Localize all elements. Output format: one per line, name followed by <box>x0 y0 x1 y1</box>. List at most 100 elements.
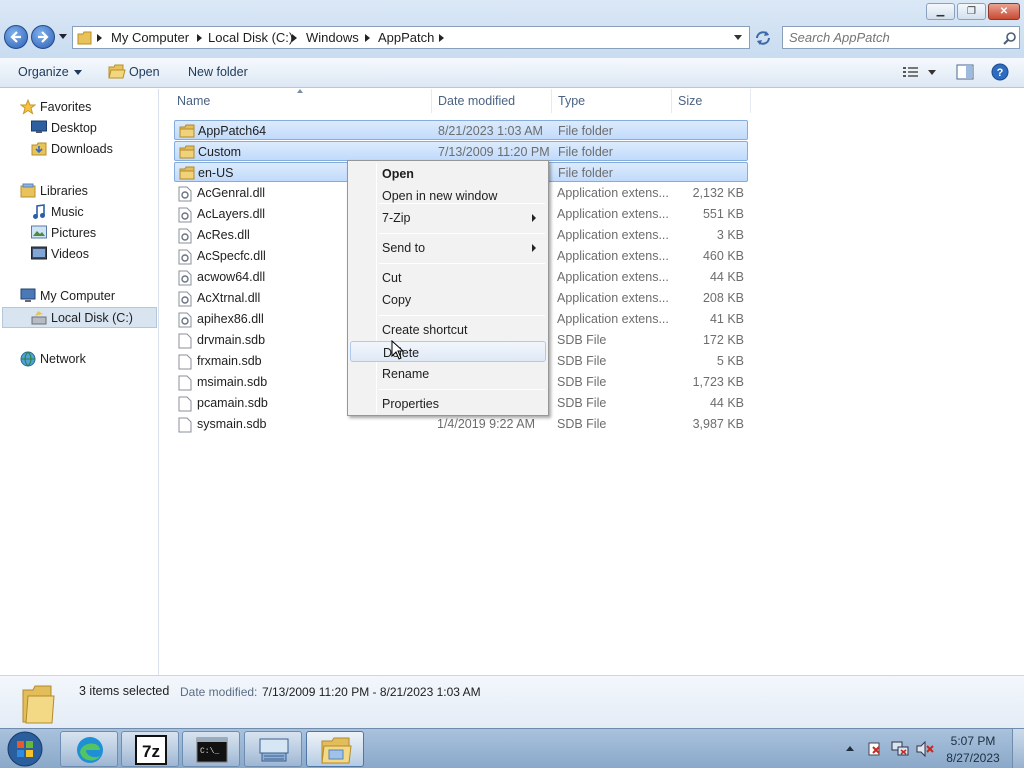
taskbar-edge[interactable] <box>60 731 118 767</box>
edge-icon <box>77 737 103 763</box>
back-button[interactable] <box>4 25 28 49</box>
nav-libraries-label: Libraries <box>40 184 88 198</box>
column-header-date-modified[interactable]: Date modified <box>438 94 515 108</box>
menu-item-7-zip[interactable]: 7-Zip <box>350 207 546 228</box>
menu-item-label: Properties <box>382 397 439 411</box>
nav-videos-label: Videos <box>51 247 89 261</box>
search-input[interactable] <box>789 30 989 45</box>
minimize-button[interactable]: ▁ <box>926 3 955 20</box>
menu-item-open[interactable]: Open <box>350 163 546 184</box>
dll-file-icon <box>178 312 192 328</box>
column-divider[interactable] <box>671 89 672 113</box>
menu-item-delete[interactable]: Delete <box>350 341 546 362</box>
forward-button[interactable] <box>31 25 55 49</box>
taskbar-command-prompt[interactable]: C:\_ <box>182 731 240 767</box>
date-modified-label: Date modified: <box>180 685 258 699</box>
action-center-icon[interactable] <box>866 741 882 757</box>
clock-date[interactable]: 8/27/2023 <box>938 751 1008 765</box>
search-box[interactable] <box>782 26 1020 49</box>
file-name: acwow64.dll <box>197 270 266 284</box>
column-divider[interactable] <box>551 89 552 113</box>
file-size: 3 KB <box>716 228 744 242</box>
date-modified-value: 7/13/2009 11:20 PM - 8/21/2023 1:03 AM <box>262 685 481 699</box>
menu-item-cut[interactable]: Cut <box>350 267 546 288</box>
file-size: 41 KB <box>709 312 744 326</box>
breadcrumb-local-disk[interactable]: Local Disk (C:) <box>208 30 293 45</box>
column-divider[interactable] <box>431 89 432 113</box>
search-icon[interactable] <box>1003 31 1017 45</box>
file-row[interactable]: sysmain.sdb 1/4/2019 9:22 AM SDB File 3,987… <box>174 414 748 434</box>
taskbar-windows-explorer[interactable] <box>306 731 364 767</box>
new-folder-button[interactable]: New folder <box>188 65 248 79</box>
menu-item-copy[interactable]: Copy <box>350 289 546 310</box>
breadcrumb-separator[interactable] <box>439 34 444 42</box>
breadcrumb-separator[interactable] <box>292 34 297 42</box>
sdb-file-icon <box>178 396 192 412</box>
file-size: 44 KB <box>709 396 744 410</box>
taskbar-7zip[interactable]: 7z <box>121 731 179 767</box>
clock-time[interactable]: 5:07 PM <box>938 734 1008 748</box>
file-row[interactable]: Custom 7/13/2009 11:20 PM File folder <box>174 141 748 161</box>
address-bar[interactable]: My Computer Local Disk (C:) Windows AppP… <box>72 26 750 49</box>
file-size: 2,132 KB <box>692 186 744 200</box>
menu-item-label: Open in new window <box>382 189 498 203</box>
volume-muted-icon[interactable] <box>916 741 934 757</box>
column-header-type[interactable]: Type <box>558 94 585 108</box>
change-view-icon[interactable] <box>902 66 920 78</box>
folder-icon <box>179 145 195 159</box>
close-button[interactable]: ✕ <box>988 3 1020 20</box>
breadcrumb-windows[interactable]: Windows <box>306 30 359 45</box>
sort-ascending-icon <box>297 89 303 93</box>
file-type: File folder <box>558 166 613 180</box>
menu-item-rename[interactable]: Rename <box>350 363 546 384</box>
breadcrumb-separator[interactable] <box>97 34 102 42</box>
view-options-dropdown[interactable] <box>928 70 936 75</box>
start-button[interactable] <box>4 730 46 768</box>
breadcrumb-apppatch[interactable]: AppPatch <box>378 30 434 45</box>
breadcrumb-my-computer[interactable]: My Computer <box>111 30 189 45</box>
recent-pages-dropdown-icon[interactable] <box>58 30 68 42</box>
file-row[interactable]: AppPatch64 8/21/2023 1:03 AM File folder <box>174 120 748 140</box>
column-header-name[interactable]: Name <box>177 94 210 108</box>
file-name: pcamain.sdb <box>197 396 268 410</box>
svg-text:C:\_: C:\_ <box>200 747 219 756</box>
taskbar-on-screen-keyboard[interactable] <box>244 731 302 767</box>
organize-button[interactable]: Organize <box>18 65 82 79</box>
breadcrumb-separator[interactable] <box>365 34 370 42</box>
preview-pane-icon[interactable] <box>956 64 974 80</box>
taskbar: 7z C:\_ 5:07 PM 8/27/2023 <box>0 728 1024 768</box>
breadcrumb-separator[interactable] <box>197 34 202 42</box>
file-type: Application extens... <box>557 249 669 263</box>
nav-local-disk[interactable]: Local Disk (C:) <box>2 307 157 328</box>
file-date-modified: 7/13/2009 11:20 PM <box>438 145 550 159</box>
column-divider[interactable] <box>750 89 751 113</box>
dll-file-icon <box>178 270 192 286</box>
menu-separator <box>379 263 545 264</box>
column-header-size[interactable]: Size <box>678 94 702 108</box>
downloads-folder-icon <box>31 142 47 156</box>
maximize-button[interactable]: ❐ <box>957 3 986 20</box>
show-desktop-button[interactable] <box>1012 729 1024 768</box>
refresh-icon[interactable] <box>752 27 774 49</box>
navigation-pane: Favorites Desktop Downloads Libraries Mu… <box>0 89 159 675</box>
menu-item-send-to[interactable]: Send to <box>350 237 546 258</box>
network-status-icon[interactable] <box>891 741 909 757</box>
file-type: Application extens... <box>557 270 669 284</box>
menu-item-label: Rename <box>382 367 430 381</box>
show-hidden-icons-button[interactable] <box>846 746 854 751</box>
help-icon[interactable]: ? <box>991 63 1009 81</box>
menu-item-properties[interactable]: Properties <box>350 393 546 414</box>
selected-folders-icon <box>22 685 55 724</box>
details-pane: 3 items selected Date modified: 7/13/200… <box>0 675 1024 728</box>
dll-file-icon <box>178 249 192 265</box>
address-history-dropdown[interactable] <box>734 35 742 40</box>
close-icon: ✕ <box>999 6 1009 17</box>
menu-item-label: Cut <box>382 271 402 285</box>
maximize-icon: ❐ <box>967 6 976 17</box>
libraries-icon <box>20 183 36 198</box>
sdb-file-icon <box>178 417 192 433</box>
file-size: 44 KB <box>709 270 744 284</box>
menu-item-create-shortcut[interactable]: Create shortcut <box>350 319 546 340</box>
context-menu: Open Open in new window 7-Zip Send to Cut Cop… <box>347 160 549 416</box>
videos-icon <box>31 246 47 260</box>
